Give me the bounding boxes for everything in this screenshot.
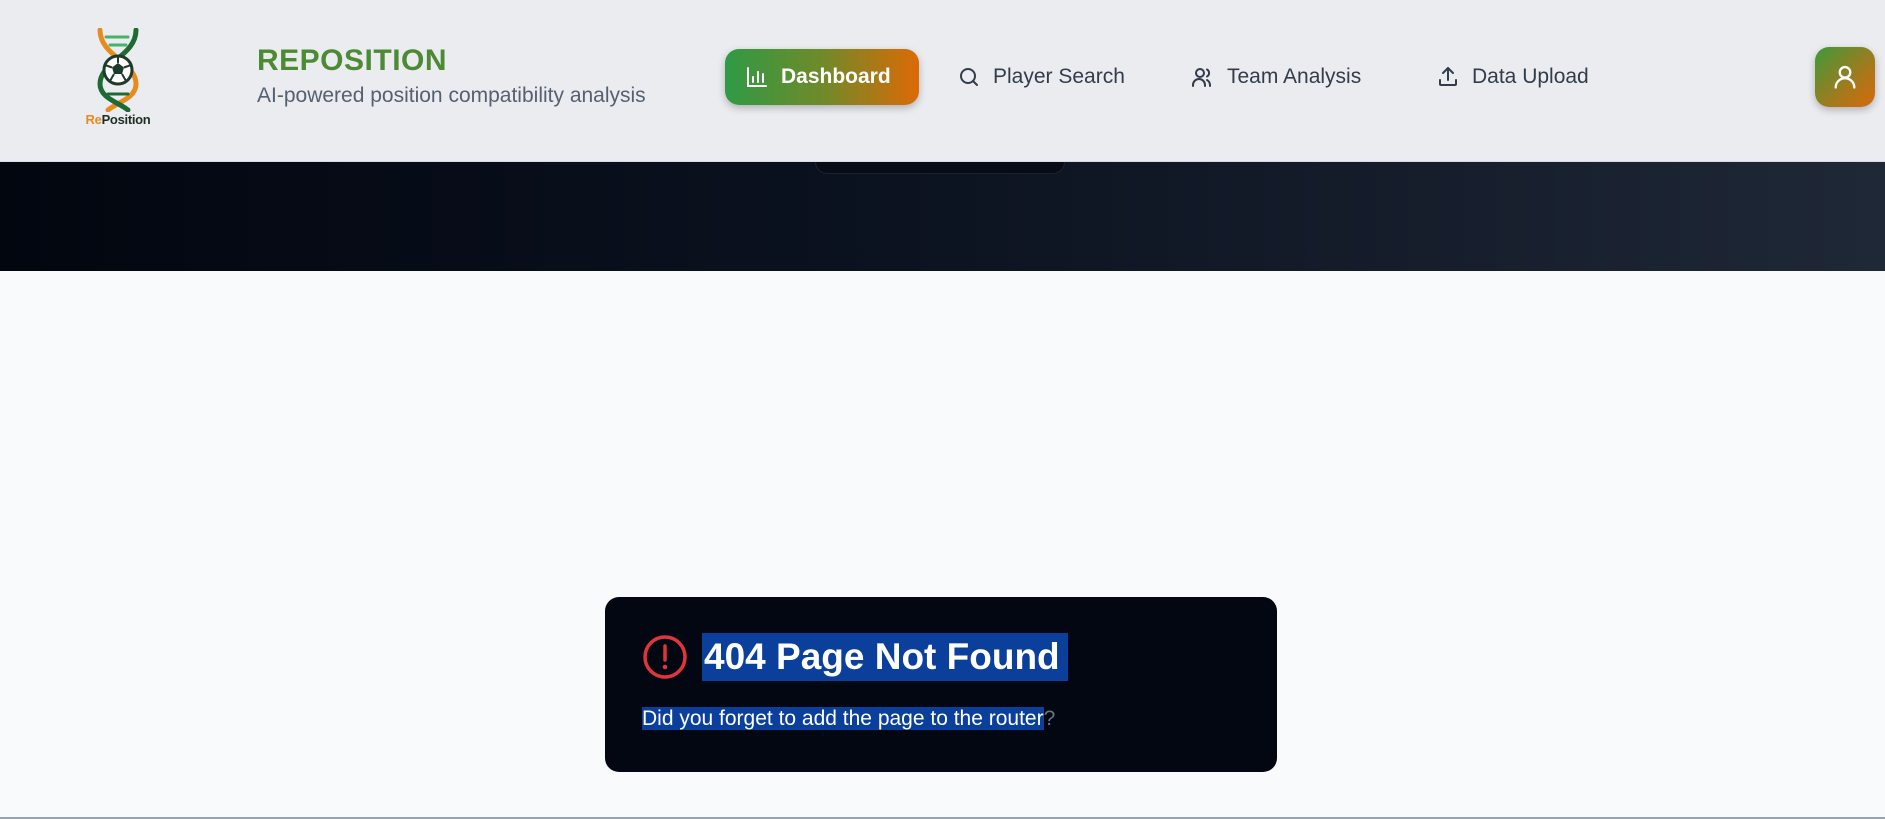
- logo-word-prefix: Re: [85, 112, 102, 127]
- nav-data-upload-label: Data Upload: [1472, 65, 1589, 88]
- logo-word-suffix: Position: [101, 112, 151, 127]
- dna-soccer-ball-logo-icon: [97, 27, 139, 113]
- nav-dashboard-label: Dashboard: [781, 65, 891, 88]
- not-found-title-row: 404 Page Not Found: [642, 633, 1068, 681]
- nav-player-search-button[interactable]: Player Search: [937, 49, 1145, 105]
- not-found-message-selected: Did you forget to add the page to the ro…: [642, 707, 1044, 730]
- hero-tab-edge: [815, 162, 1065, 174]
- not-found-card: 404 Page Not Found Did you forget to add…: [605, 597, 1277, 772]
- brand-title: REPOSITION: [257, 44, 448, 77]
- not-found-title: 404 Page Not Found: [702, 633, 1068, 681]
- nav-player-search-label: Player Search: [993, 65, 1125, 88]
- user-avatar-button[interactable]: [1815, 47, 1875, 107]
- users-icon: [1192, 68, 1211, 87]
- nav-dashboard-button[interactable]: Dashboard: [725, 49, 919, 105]
- alert-circle-icon: [643, 635, 687, 679]
- upload-icon: [1439, 67, 1457, 86]
- logo-wordmark: RePosition: [78, 112, 158, 127]
- nav-data-upload-button[interactable]: Data Upload: [1416, 49, 1609, 105]
- brand-subtitle: AI-powered position compatibility analys…: [257, 84, 646, 107]
- not-found-message: Did you forget to add the page to the ro…: [642, 704, 1055, 734]
- nav-team-analysis-button[interactable]: Team Analysis: [1171, 49, 1381, 105]
- search-icon: [960, 68, 978, 86]
- app-header: RePosition REPOSITION AI-powered positio…: [0, 0, 1885, 162]
- reposition-logo[interactable]: RePosition: [78, 27, 158, 132]
- nav-team-analysis-label: Team Analysis: [1227, 65, 1362, 88]
- bar-chart-icon: [747, 67, 767, 87]
- user-icon: [1834, 65, 1856, 89]
- hero-banner: [0, 162, 1885, 271]
- not-found-message-tail: ?: [1043, 707, 1056, 730]
